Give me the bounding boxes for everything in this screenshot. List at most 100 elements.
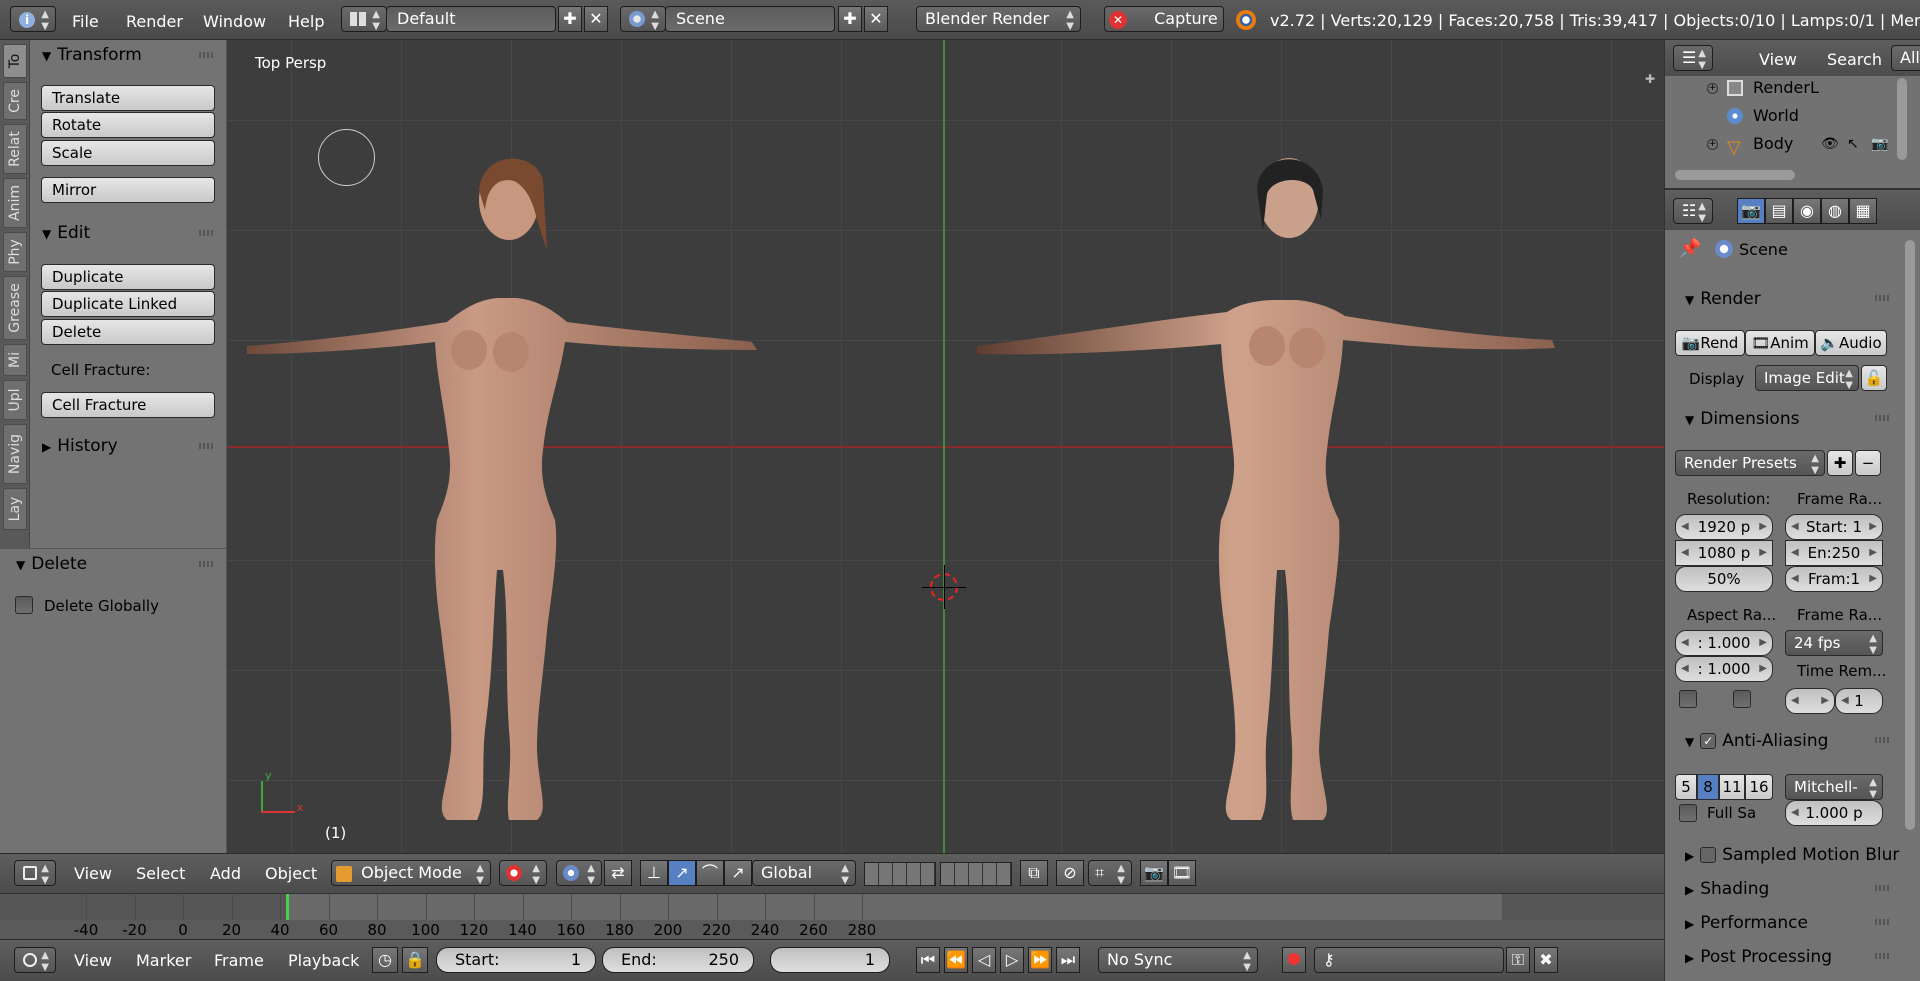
outliner-item-renderlayers[interactable]: + RenderL bbox=[1665, 74, 1920, 102]
outliner-item-body[interactable]: + ▽ Body 👁 ↖ 📷 bbox=[1665, 130, 1920, 158]
tab-upload[interactable]: Upl bbox=[3, 380, 27, 420]
duplicate-button[interactable]: Duplicate bbox=[41, 264, 215, 290]
frame-step-field[interactable]: ◀ Fram:1 ▶ bbox=[1785, 566, 1883, 592]
character-model-right[interactable] bbox=[977, 150, 1657, 853]
drag-grip-icon[interactable] bbox=[1875, 737, 1891, 743]
jump-start-icon[interactable]: ⏮ bbox=[916, 947, 940, 973]
play-reverse-icon[interactable]: ◁ bbox=[972, 947, 996, 973]
scene-name-field[interactable]: Scene bbox=[665, 6, 835, 32]
post-processing-section-header[interactable]: ▶ Post Processing bbox=[1675, 942, 1903, 972]
tab-grease-pencil[interactable]: Grease bbox=[3, 276, 27, 340]
crop-checkbox[interactable] bbox=[1733, 690, 1751, 708]
editor-type-outliner-dropdown[interactable]: ☰ ▲ ▼ bbox=[1673, 45, 1713, 71]
aspect-x-field[interactable]: ◀: 1.000 ▶ bbox=[1675, 630, 1773, 656]
remove-scene-icon[interactable]: ✕ bbox=[864, 6, 888, 32]
render-context-camera-icon[interactable]: 📷 bbox=[1737, 198, 1765, 224]
drag-grip-icon[interactable] bbox=[1875, 953, 1891, 959]
render-engine-dropdown[interactable]: Blender Render ▲ ▼ bbox=[916, 6, 1081, 32]
render-image-button[interactable]: 📷Rend bbox=[1675, 330, 1745, 356]
time-remap-old-field[interactable]: ◀ ▶ bbox=[1785, 688, 1835, 714]
editor-type-timeline-dropdown[interactable]: ▲ ▼ bbox=[14, 947, 56, 973]
render-camera-icon[interactable]: 📷 bbox=[1140, 860, 1168, 886]
frame-end-field[interactable]: ◀ En:250 ▶ bbox=[1785, 540, 1883, 566]
editor-type-info-dropdown[interactable]: i ▲ ▼ bbox=[10, 6, 56, 32]
end-frame-field[interactable]: End: 250 bbox=[602, 947, 754, 973]
performance-section-header[interactable]: ▶ Performance bbox=[1675, 908, 1903, 938]
expand-plus-icon[interactable]: + bbox=[1707, 139, 1718, 150]
scene-context-icon[interactable]: ◉ bbox=[1793, 198, 1821, 224]
tab-animation[interactable]: Anim bbox=[3, 178, 27, 228]
world-context-icon[interactable]: ◍ bbox=[1821, 198, 1849, 224]
render-camera-icon[interactable]: 📷 bbox=[1871, 130, 1888, 158]
menu-playback[interactable]: Playback bbox=[288, 951, 359, 970]
rotate-manipulator-icon[interactable]: ↗ bbox=[668, 860, 696, 886]
cell-fracture-button[interactable]: Cell Fracture bbox=[41, 392, 215, 418]
menu-select[interactable]: Select bbox=[136, 864, 185, 883]
keying-set-dropdown[interactable]: ⚷ bbox=[1314, 947, 1504, 973]
outliner-vertical-scrollbar[interactable] bbox=[1897, 78, 1907, 160]
frame-rate-dropdown[interactable]: 24 fps ▲ ▼ bbox=[1785, 630, 1883, 656]
aa-samples-8-button[interactable]: 8 bbox=[1697, 774, 1719, 800]
add-screen-icon[interactable]: ✚ bbox=[558, 6, 582, 32]
outliner-filter-dropdown[interactable]: All Sc bbox=[1891, 45, 1920, 71]
anti-aliasing-section-header[interactable]: ▼ ✓ Anti-Aliasing bbox=[1675, 726, 1903, 756]
preview-range-icon[interactable]: ◷ bbox=[372, 947, 398, 973]
jump-keyframe-back-icon[interactable]: ⏪ bbox=[944, 947, 968, 973]
scale-button[interactable]: Scale bbox=[41, 140, 215, 166]
aspect-y-field[interactable]: ◀: 1.000 ▶ bbox=[1675, 656, 1773, 682]
border-checkbox[interactable] bbox=[1679, 690, 1697, 708]
edit-panel-header[interactable]: ▼ Edit bbox=[30, 219, 227, 247]
screen-layout-icon-dropdown[interactable]: ▲ ▼ bbox=[341, 6, 387, 32]
drag-grip-icon[interactable] bbox=[1875, 919, 1891, 925]
drag-grip-icon[interactable] bbox=[199, 52, 215, 58]
scale-manipulator-icon[interactable]: ↗ bbox=[724, 860, 752, 886]
expand-plus-icon[interactable]: + bbox=[1707, 83, 1718, 94]
scene-icon-dropdown[interactable]: ▲ ▼ bbox=[620, 6, 666, 32]
frame-start-field[interactable]: ◀ Start: 1 ▶ bbox=[1785, 514, 1883, 540]
render-animation-button[interactable]: 🎞Anim bbox=[1745, 330, 1815, 356]
tab-misc[interactable]: Mi bbox=[3, 344, 27, 376]
drag-grip-icon[interactable] bbox=[1875, 415, 1891, 421]
3d-cursor-icon[interactable] bbox=[922, 565, 966, 609]
selectability-cursor-icon[interactable]: ↖ bbox=[1847, 130, 1859, 158]
interaction-mode-dropdown[interactable]: Object Mode ▲ ▼ bbox=[331, 860, 491, 886]
visibility-eye-icon[interactable]: 👁 bbox=[1821, 130, 1839, 158]
delete-globally-checkbox[interactable] bbox=[15, 596, 33, 614]
menu-file[interactable]: File bbox=[72, 12, 99, 31]
drag-grip-icon[interactable] bbox=[199, 561, 215, 567]
aa-samples-5-button[interactable]: 5 bbox=[1675, 774, 1697, 800]
tab-create[interactable]: Cre bbox=[3, 82, 27, 120]
translate-manipulator-icon[interactable]: ⊥ bbox=[640, 860, 668, 886]
resolution-x-field[interactable]: ◀ 1920 p ▶ bbox=[1675, 514, 1773, 540]
sync-mode-dropdown[interactable]: No Sync ▲ ▼ bbox=[1098, 947, 1258, 973]
menu-help[interactable]: Help bbox=[288, 12, 324, 31]
timeline-area[interactable]: -40 -20 0 20 40 60 80 100 120 140 160 180 200 220 240 2… bbox=[0, 893, 1664, 940]
drag-grip-icon[interactable] bbox=[199, 443, 215, 449]
outliner-item-world[interactable]: World bbox=[1665, 102, 1920, 130]
motion-blur-checkbox[interactable] bbox=[1700, 847, 1717, 863]
outliner-menu-search[interactable]: Search bbox=[1827, 50, 1882, 69]
transform-orientation-dropdown[interactable]: Global ▲ ▼ bbox=[752, 860, 856, 886]
start-frame-field[interactable]: Start: 1 bbox=[436, 947, 596, 973]
remove-preset-icon[interactable]: − bbox=[1855, 450, 1881, 476]
layer-lock-icon[interactable]: ⧉ bbox=[1020, 860, 1048, 886]
display-mode-dropdown[interactable]: Image Edit ▲ ▼ bbox=[1755, 365, 1859, 391]
3d-viewport[interactable]: Top Persp ✚ y x (1) bbox=[227, 40, 1664, 853]
remove-screen-icon[interactable]: ✕ bbox=[584, 6, 608, 32]
render-section-header[interactable]: ▼ Render bbox=[1675, 284, 1903, 314]
tab-physics[interactable]: Phy bbox=[3, 232, 27, 272]
menu-object[interactable]: Object bbox=[265, 864, 317, 883]
add-scene-icon[interactable]: ✚ bbox=[838, 6, 862, 32]
rotate-button[interactable]: Rotate bbox=[41, 112, 215, 138]
resolution-percentage-field[interactable]: 50% bbox=[1675, 566, 1773, 592]
current-frame-field[interactable]: 1 bbox=[770, 947, 890, 973]
capture-button[interactable]: ✕ Capture bbox=[1104, 6, 1224, 32]
layers-grid-b[interactable] bbox=[940, 862, 1012, 886]
render-audio-button[interactable]: 🔈Audio bbox=[1815, 330, 1887, 356]
dimensions-section-header[interactable]: ▼ Dimensions bbox=[1675, 404, 1903, 434]
tab-layers[interactable]: Lay bbox=[3, 488, 27, 530]
lock-interface-icon[interactable]: 🔓 bbox=[1861, 365, 1887, 391]
delete-operator-header[interactable]: ▼ Delete bbox=[0, 550, 227, 578]
jump-end-icon[interactable]: ⏭ bbox=[1056, 947, 1080, 973]
aa-samples-16-button[interactable]: 16 bbox=[1745, 774, 1773, 800]
